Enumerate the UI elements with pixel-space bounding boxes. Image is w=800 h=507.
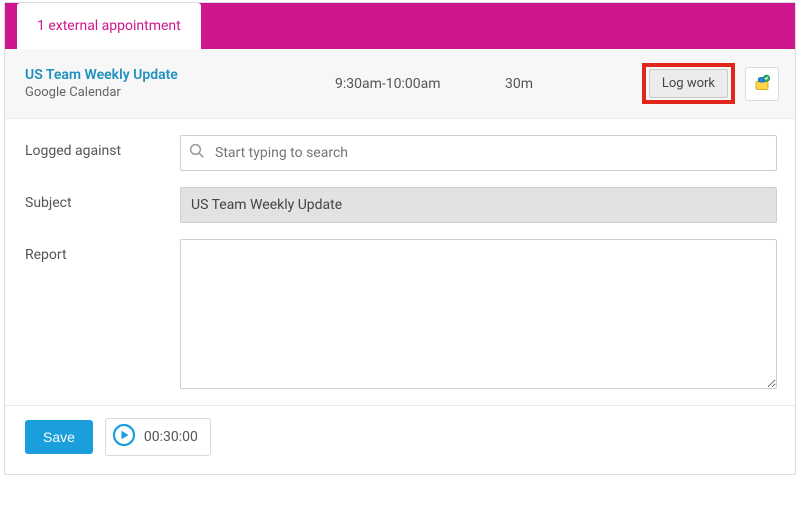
calendar-app-icon [753,73,771,95]
label-report: Report [25,239,180,389]
field-logged-against [180,135,777,171]
appointment-time: 9:30am-10:00am [335,76,505,92]
appointment-title-block: US Team Weekly Update Google Calendar [25,67,335,100]
save-button[interactable]: Save [25,420,93,454]
log-work-button[interactable]: Log work [649,69,728,98]
appointment-source: Google Calendar [25,85,335,100]
appointment-title: US Team Weekly Update [25,67,335,83]
content-area: US Team Weekly Update Google Calendar 9:… [5,49,795,474]
timer-value: 00:30:00 [144,429,198,445]
timer-control[interactable]: 00:30:00 [105,418,211,456]
label-logged-against: Logged against [25,135,180,171]
tab-bar: 1 external appointment [5,3,795,49]
tab-external-appointment[interactable]: 1 external appointment [17,3,201,49]
tab-label: 1 external appointment [37,18,181,34]
appointment-row: US Team Weekly Update Google Calendar 9:… [5,49,795,119]
row-report: Report [25,239,777,389]
calendar-app-icon-button[interactable] [745,67,779,101]
report-textarea[interactable] [180,239,777,389]
log-work-form: Logged against Subject US Team Weekly Up… [5,119,795,405]
field-report [180,239,777,389]
field-subject: US Team Weekly Update [180,187,777,223]
row-subject: Subject US Team Weekly Update [25,187,777,223]
highlight-annotation: Log work [642,63,735,104]
footer-bar: Save 00:30:00 [5,405,795,474]
appointment-duration: 30m [505,76,615,92]
app-window: 1 external appointment US Team Weekly Up… [4,2,796,475]
row-logged-against: Logged against [25,135,777,171]
label-subject: Subject [25,187,180,223]
logged-against-input[interactable] [180,135,777,171]
subject-input[interactable]: US Team Weekly Update [180,187,777,223]
play-icon [112,423,136,451]
